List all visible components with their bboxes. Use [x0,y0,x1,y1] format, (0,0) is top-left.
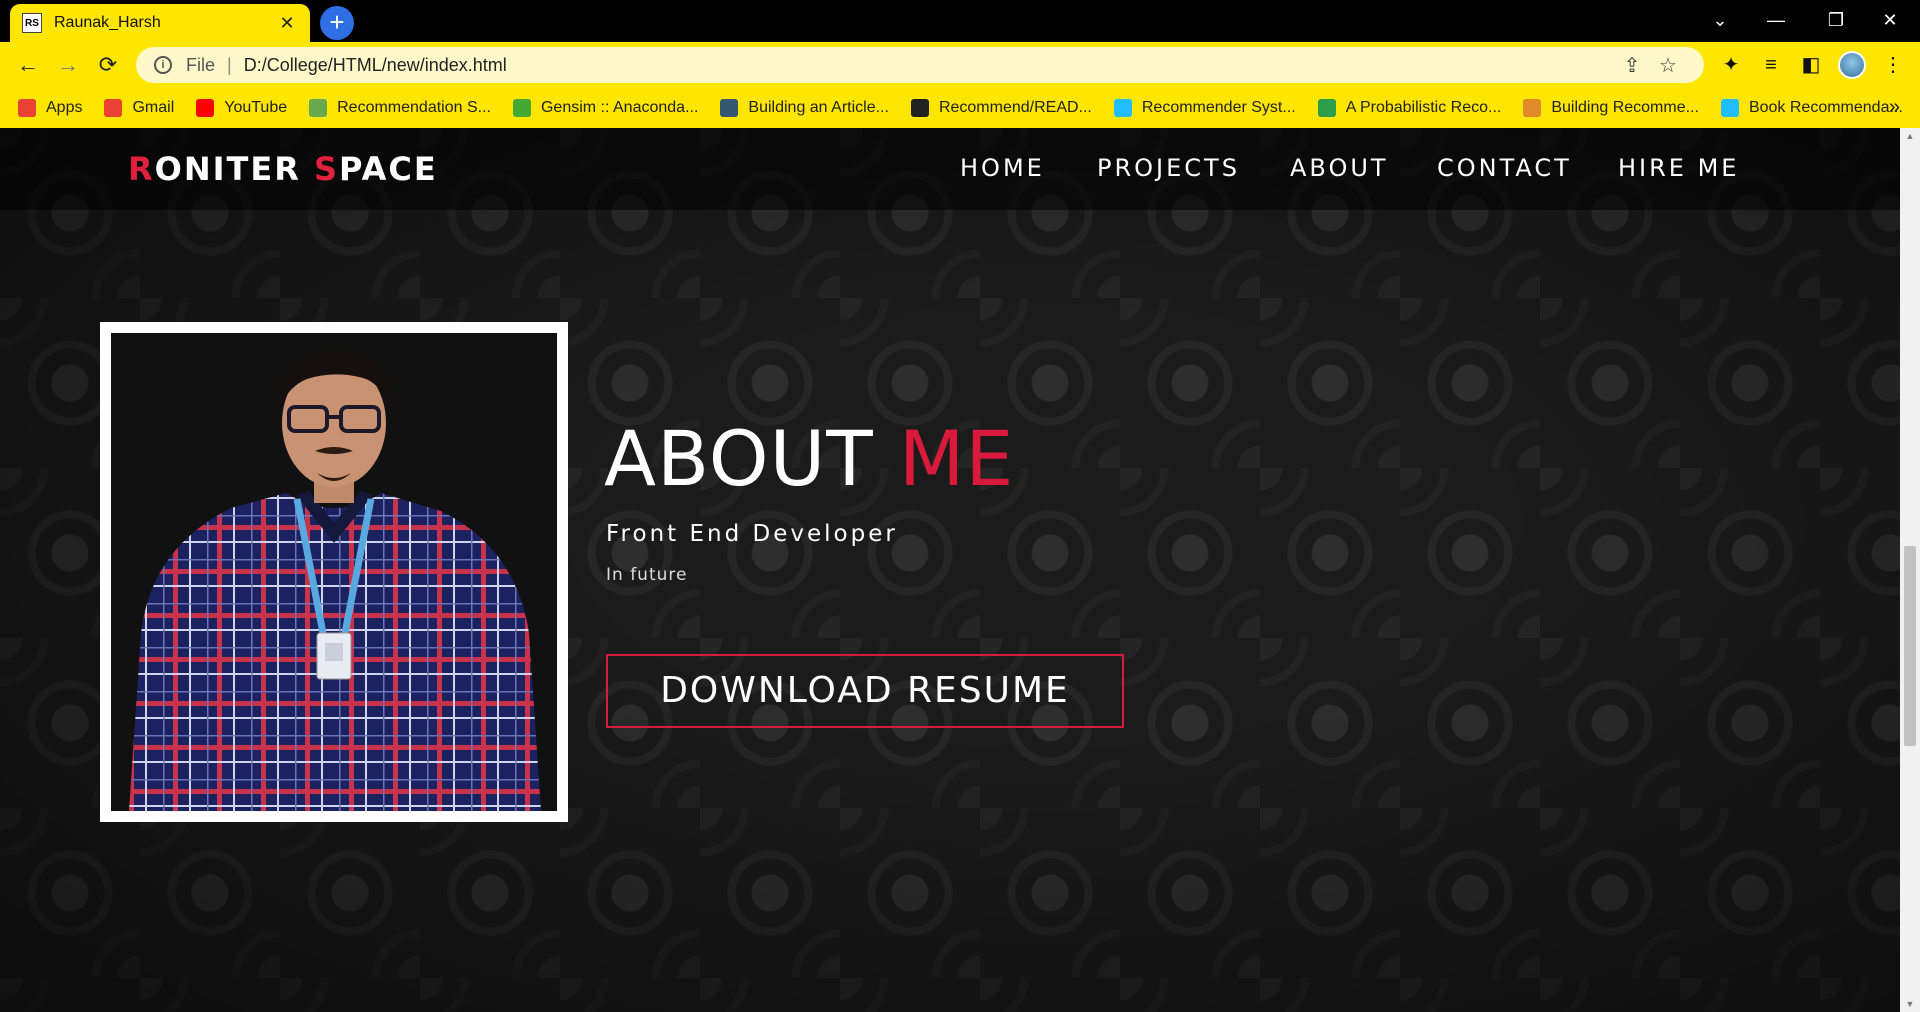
bookmark-item[interactable]: Recommender Syst... [1113,99,1296,117]
bookmark-label: Gmail [132,99,175,116]
site-icon [1317,99,1336,117]
about-heading-white: ABOUT [604,414,899,503]
bookmark-item[interactable]: Gensim :: Anaconda... [512,99,699,117]
person-illustration [129,349,541,811]
profile-avatar[interactable] [1838,51,1866,79]
bookmark-item[interactable]: A Probabilistic Reco... [1317,99,1502,117]
kaggle-icon [1113,99,1132,117]
bookmark-item[interactable]: YouTube [196,99,287,117]
scroll-thumb[interactable] [1904,546,1916,746]
forward-button[interactable]: → [50,48,86,82]
page-viewport: RONITER SPACE HOME PROJECTS ABOUT CONTAC… [0,128,1900,1012]
site-header: RONITER SPACE HOME PROJECTS ABOUT CONTAC… [0,128,1900,210]
logo-word-2: PACE [339,150,438,188]
bookmark-item[interactable]: Building an Article... [720,99,889,117]
youtube-icon [196,99,215,117]
bookmarks-bar: Apps Gmail YouTube Recommendation S... Gensi… [0,88,1920,128]
nav-home[interactable]: HOME [960,154,1045,182]
bookmark-label: Building Recomme... [1551,99,1699,116]
address-scheme: File [186,54,216,75]
about-note: In future [606,565,688,585]
about-heading: ABOUT ME [604,414,1014,503]
window-close-button[interactable]: ✕ [1860,0,1920,40]
restore-button[interactable]: ❐ [1806,0,1866,40]
address-separator: | [227,54,232,75]
github-icon [910,99,929,117]
bookmark-item[interactable]: Apps [18,99,82,117]
new-tab-button[interactable]: + [320,6,354,40]
site-icon [1523,99,1542,117]
site-info-icon[interactable]: i [154,56,172,74]
download-resume-button[interactable]: DOWNLOAD RESUME [606,654,1124,728]
tds-icon [720,99,739,117]
site-icon [309,99,328,117]
browser-tab[interactable]: RS Raunak_Harsh ✕ [10,4,310,42]
scroll-down-icon[interactable]: ▼ [1900,996,1920,1012]
bookmark-star-icon[interactable]: ☆ [1650,53,1686,78]
tab-favicon-icon: RS [22,13,42,33]
bookmark-label: YouTube [224,99,288,116]
bookmarks-overflow-icon[interactable]: » [1889,96,1900,119]
menu-kebab-icon[interactable]: ⋮ [1876,50,1910,80]
tab-list-icon[interactable]: ⌄ [1690,0,1750,40]
bookmark-label: Apps [46,99,83,116]
profile-photo-frame [100,322,568,822]
minimize-button[interactable]: — [1746,0,1806,40]
bookmark-label: Gensim :: Anaconda... [540,99,699,116]
bookmark-label: Recommender Syst... [1141,99,1296,116]
logo-word-1: ONITER [154,150,314,188]
profile-photo [111,333,557,811]
about-heading-red: ME [898,414,1015,503]
address-url[interactable]: D:/College/HTML/new/index.html [244,55,1614,76]
nav-projects[interactable]: PROJECTS [1097,154,1240,182]
gmail-icon [104,99,123,117]
bookmark-item[interactable]: Building Recomme... [1523,99,1699,117]
logo-initial-s: S [314,150,340,188]
nav-about[interactable]: ABOUT [1290,154,1389,182]
side-panel-icon[interactable]: ◧ [1794,50,1828,80]
bookmark-label: Book Recommenda... [1748,99,1903,116]
share-icon[interactable]: ⇪ [1614,53,1650,78]
kaggle-icon [1720,99,1739,117]
logo-initial-r: R [128,150,155,188]
media-control-icon[interactable]: ≡ [1754,50,1788,80]
address-bar[interactable]: i File | D:/College/HTML/new/index.html … [136,47,1704,83]
site-logo[interactable]: RONITER SPACE [128,150,438,188]
bookmark-item[interactable]: Recommendation S... [309,99,491,117]
bookmark-label: Building an Article... [748,99,889,116]
tab-close-icon[interactable]: ✕ [276,13,298,34]
browser-toolbar: ← → ⟳ i File | D:/College/HTML/new/index… [0,42,1920,88]
about-subtitle: Front End Developer [606,521,898,547]
bookmark-label: Recommendation S... [337,99,491,116]
scroll-up-icon[interactable]: ▲ [1900,128,1920,144]
bookmark-item[interactable]: Book Recommenda... [1720,99,1903,117]
nav-contact[interactable]: CONTACT [1437,154,1572,182]
bookmark-item[interactable]: Recommend/READ... [910,99,1092,117]
reload-button[interactable]: ⟳ [90,48,126,82]
extensions-icon[interactable]: ✦ [1714,50,1748,80]
page-scrollbar[interactable]: ▲ ▼ [1900,128,1920,1012]
bookmark-item[interactable]: Gmail [104,99,174,117]
back-button[interactable]: ← [10,48,46,82]
bookmark-label: Recommend/READ... [938,99,1092,116]
anaconda-icon [512,99,531,117]
bookmark-label: A Probabilistic Reco... [1345,99,1502,116]
apps-grid-icon [18,99,36,117]
tab-title: Raunak_Harsh [54,14,161,31]
tab-strip: RS Raunak_Harsh ✕ + ⌄ — ❐ ✕ [0,0,1920,42]
nav-hire-me[interactable]: HIRE ME [1618,154,1739,182]
